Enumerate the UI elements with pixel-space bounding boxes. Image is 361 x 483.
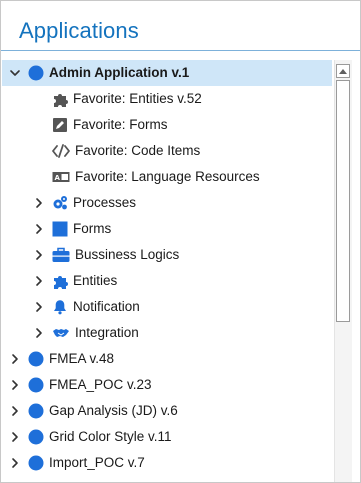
tree-item-label: Import_POC v.7 — [49, 455, 145, 470]
chevron-down-icon[interactable] — [8, 66, 22, 80]
tree-item[interactable]: Entities — [2, 268, 332, 294]
circle-app-icon — [28, 403, 44, 419]
chevron-right-icon[interactable] — [32, 248, 46, 262]
applications-tree: Admin Application v.1 Favorite: Entities … — [2, 60, 332, 482]
circle-app-icon — [28, 65, 44, 81]
code-icon — [52, 143, 70, 159]
square-blue-icon — [52, 221, 68, 237]
tree-item-label: Grid Color Style v.11 — [49, 429, 172, 444]
tree-item-label: Processes — [73, 195, 137, 210]
scroll-thumb[interactable] — [336, 80, 350, 322]
chevron-right-icon[interactable] — [8, 404, 22, 418]
chevron-right-icon[interactable] — [32, 300, 46, 314]
vertical-scrollbar[interactable] — [334, 60, 352, 482]
tree-item[interactable]: Import_POC v.7 — [2, 450, 332, 476]
tree-item[interactable]: Notification — [2, 294, 332, 320]
chevron-right-icon[interactable] — [8, 352, 22, 366]
scroll-up-button[interactable] — [336, 64, 350, 78]
tree-item-label: Admin Application v.1 — [49, 65, 190, 80]
arrow-up-icon — [339, 68, 347, 74]
puzzle-blue-icon — [52, 273, 68, 289]
chevron-right-icon[interactable] — [8, 430, 22, 444]
tree-item[interactable]: A Favorite: Language Resources — [2, 164, 332, 190]
tree-item[interactable]: Processes — [2, 190, 332, 216]
tree-item[interactable]: Admin Application v.1 — [2, 60, 332, 86]
circle-app-icon — [28, 455, 44, 471]
tree-item[interactable]: FMEA_POC v.23 — [2, 372, 332, 398]
puzzle-gray-icon — [52, 91, 68, 107]
circle-app-icon — [28, 429, 44, 445]
bell-icon — [52, 299, 68, 315]
tree-item-label: Bussiness Logics — [75, 247, 180, 262]
chevron-right-icon[interactable] — [32, 326, 46, 340]
tree-item-label: Gap Analysis (JD) v.6 — [49, 403, 178, 418]
tree-item-label: Favorite: Language Resources — [75, 169, 260, 184]
language-box-icon: A — [52, 169, 70, 185]
applications-panel: Applications Admin Application v.1 Favori… — [0, 0, 361, 483]
tree-item-label: Favorite: Entities v.52 — [73, 91, 202, 106]
chevron-right-icon[interactable] — [32, 274, 46, 288]
tree-item[interactable]: Forms — [2, 216, 332, 242]
tree-item-label: Entities — [73, 273, 118, 288]
briefcase-icon — [52, 247, 70, 263]
handshake-icon — [52, 325, 70, 341]
title-divider — [1, 50, 360, 51]
tree-item[interactable]: Bussiness Logics — [2, 242, 332, 268]
tree-item[interactable]: Integration — [2, 320, 332, 346]
gears-icon — [52, 195, 68, 211]
tree-item[interactable]: Favorite: Code Items — [2, 138, 332, 164]
tree-item[interactable]: FMEA v.48 — [2, 346, 332, 372]
tree-item[interactable]: Gap Analysis (JD) v.6 — [2, 398, 332, 424]
chevron-right-icon[interactable] — [8, 456, 22, 470]
circle-app-icon — [28, 351, 44, 367]
chevron-right-icon[interactable] — [32, 196, 46, 210]
tree-item-label: Favorite: Forms — [73, 117, 168, 132]
tree-item-label: Forms — [73, 221, 112, 236]
tree-item[interactable]: Grid Color Style v.11 — [2, 424, 332, 450]
tree-item[interactable]: Favorite: Forms — [2, 112, 332, 138]
tree-item-label: Integration — [75, 325, 139, 340]
edit-box-icon — [52, 117, 68, 133]
tree-item-label: FMEA_POC v.23 — [49, 377, 152, 392]
tree-item-label: FMEA v.48 — [49, 351, 115, 366]
tree-item[interactable]: Favorite: Entities v.52 — [2, 86, 332, 112]
svg-text:A: A — [55, 174, 61, 182]
tree-item-label: Notification — [73, 299, 140, 314]
tree-item-label: Favorite: Code Items — [75, 143, 201, 158]
circle-app-icon — [28, 377, 44, 393]
chevron-right-icon[interactable] — [32, 222, 46, 236]
chevron-right-icon[interactable] — [8, 378, 22, 392]
panel-title: Applications — [19, 18, 139, 43]
